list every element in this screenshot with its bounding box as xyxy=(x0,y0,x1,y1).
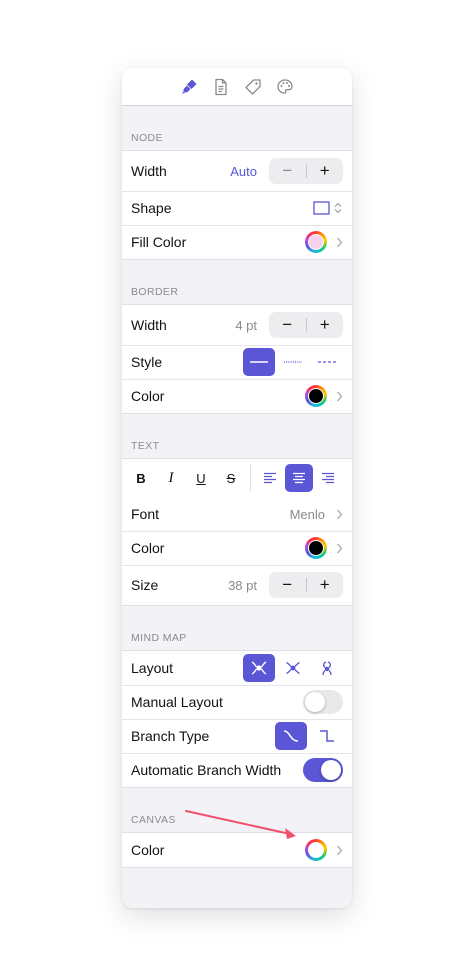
branch-type-segmented xyxy=(275,722,343,750)
rectangle-shape-icon[interactable] xyxy=(313,201,343,215)
document-icon[interactable] xyxy=(210,76,232,98)
layout-segmented xyxy=(243,654,343,682)
text-size-increment-button[interactable]: + xyxy=(307,572,344,598)
align-right-icon[interactable] xyxy=(313,464,343,492)
text-format-toolbar: B I U S xyxy=(122,459,352,497)
layout-radial-icon[interactable] xyxy=(277,654,309,682)
node-shape-row[interactable]: Shape xyxy=(122,191,352,225)
text-size-row: Size 38 pt − + xyxy=(122,565,352,605)
canvas-color-row[interactable]: Color xyxy=(122,833,352,867)
layout-one-side-icon[interactable] xyxy=(311,654,343,682)
text-group: B I U S Font Menlo Color Size 38 pt − + xyxy=(122,458,352,606)
branch-type-row: Branch Type xyxy=(122,719,352,753)
section-header-border: BORDER xyxy=(131,286,179,298)
node-fill-color-label: Fill Color xyxy=(131,234,187,250)
manual-layout-toggle[interactable] xyxy=(303,690,343,714)
mind-map-layout-label: Layout xyxy=(131,660,174,676)
text-font-value: Menlo xyxy=(289,506,325,522)
border-style-segmented xyxy=(243,348,343,376)
chevron-right-icon xyxy=(331,509,343,520)
text-color-row[interactable]: Color xyxy=(122,531,352,565)
underline-button[interactable]: U xyxy=(186,464,216,492)
italic-button[interactable]: I xyxy=(156,464,186,492)
bold-button[interactable]: B xyxy=(126,464,156,492)
format-divider xyxy=(250,464,251,492)
auto-branch-width-label: Automatic Branch Width xyxy=(131,762,282,778)
text-color-inner xyxy=(308,540,324,556)
elbow-branch-icon[interactable] xyxy=(311,722,343,750)
section-header-node: NODE xyxy=(131,132,163,144)
dashed-line-icon[interactable] xyxy=(311,348,343,376)
inspector-toolbar xyxy=(122,68,352,106)
node-width-row: Width Auto − + xyxy=(122,151,352,191)
border-color-label: Color xyxy=(131,388,165,404)
text-size-stepper: − + xyxy=(269,572,343,598)
text-color-swatch[interactable] xyxy=(305,537,327,559)
node-fill-color-row[interactable]: Fill Color xyxy=(122,225,352,259)
node-width-label: Width xyxy=(131,163,167,179)
align-center-icon[interactable] xyxy=(285,464,313,492)
section-header-mind-map: MIND MAP xyxy=(131,632,187,644)
strikethrough-button[interactable]: S xyxy=(216,464,246,492)
border-width-increment-button[interactable]: + xyxy=(307,312,344,338)
auto-branch-width-toggle[interactable] xyxy=(303,758,343,782)
dotted-line-icon[interactable] xyxy=(277,348,309,376)
mind-map-layout-row: Layout xyxy=(122,651,352,685)
border-style-label: Style xyxy=(131,354,163,370)
toggle-knob xyxy=(305,692,325,712)
manual-layout-label: Manual Layout xyxy=(131,694,223,710)
canvas-color-label: Color xyxy=(131,842,165,858)
fill-color-inner xyxy=(308,234,324,250)
branch-type-label: Branch Type xyxy=(131,728,210,744)
mind-map-group: Layout Manual Layout Branch Type Automat… xyxy=(122,650,352,788)
border-color-swatch[interactable] xyxy=(305,385,327,407)
auto-branch-width-row: Automatic Branch Width xyxy=(122,753,352,787)
node-width-increment-button[interactable]: + xyxy=(307,158,344,184)
canvas-group: Color xyxy=(122,832,352,868)
node-shape-label: Shape xyxy=(131,200,172,216)
chevron-right-icon xyxy=(331,543,343,554)
border-style-row: Style xyxy=(122,345,352,379)
canvas-color-inner xyxy=(308,842,324,858)
canvas-color-swatch[interactable] xyxy=(305,839,327,861)
node-group: Width Auto − + Shape Fill Color xyxy=(122,150,352,260)
text-size-value: 38 pt xyxy=(228,577,257,593)
curved-branch-icon[interactable] xyxy=(275,722,307,750)
solid-line-icon[interactable] xyxy=(243,348,275,376)
brush-icon[interactable] xyxy=(178,76,200,98)
manual-layout-row: Manual Layout xyxy=(122,685,352,719)
text-font-row[interactable]: Font Menlo xyxy=(122,497,352,531)
palette-icon[interactable] xyxy=(274,76,296,98)
text-font-label: Font xyxy=(131,506,160,522)
border-width-row: Width 4 pt − + xyxy=(122,305,352,345)
text-size-decrement-button[interactable]: − xyxy=(269,572,306,598)
border-width-decrement-button[interactable]: − xyxy=(269,312,306,338)
tag-icon[interactable] xyxy=(242,76,264,98)
align-left-icon[interactable] xyxy=(255,464,285,492)
border-color-row[interactable]: Color xyxy=(122,379,352,413)
fill-color-swatch[interactable] xyxy=(305,231,327,253)
border-width-label: Width xyxy=(131,317,167,333)
toggle-knob xyxy=(321,760,341,780)
section-header-canvas: CANVAS xyxy=(131,814,176,826)
chevron-right-icon xyxy=(331,237,343,248)
node-width-value[interactable]: Auto xyxy=(230,164,257,179)
node-width-stepper: − + xyxy=(269,158,343,184)
border-color-inner xyxy=(308,388,324,404)
section-header-text: TEXT xyxy=(131,440,160,452)
text-size-label: Size xyxy=(131,577,159,593)
border-width-value: 4 pt xyxy=(235,317,257,333)
chevron-right-icon xyxy=(331,391,343,402)
border-group: Width 4 pt − + Style Color xyxy=(122,304,352,414)
node-width-decrement-button[interactable]: − xyxy=(269,158,306,184)
border-width-stepper: − + xyxy=(269,312,343,338)
chevron-right-icon xyxy=(331,845,343,856)
inspector-panel: NODE Width Auto − + Shape Fill Color BOR… xyxy=(122,68,352,908)
layout-both-sides-icon[interactable] xyxy=(243,654,275,682)
text-color-label: Color xyxy=(131,540,165,556)
